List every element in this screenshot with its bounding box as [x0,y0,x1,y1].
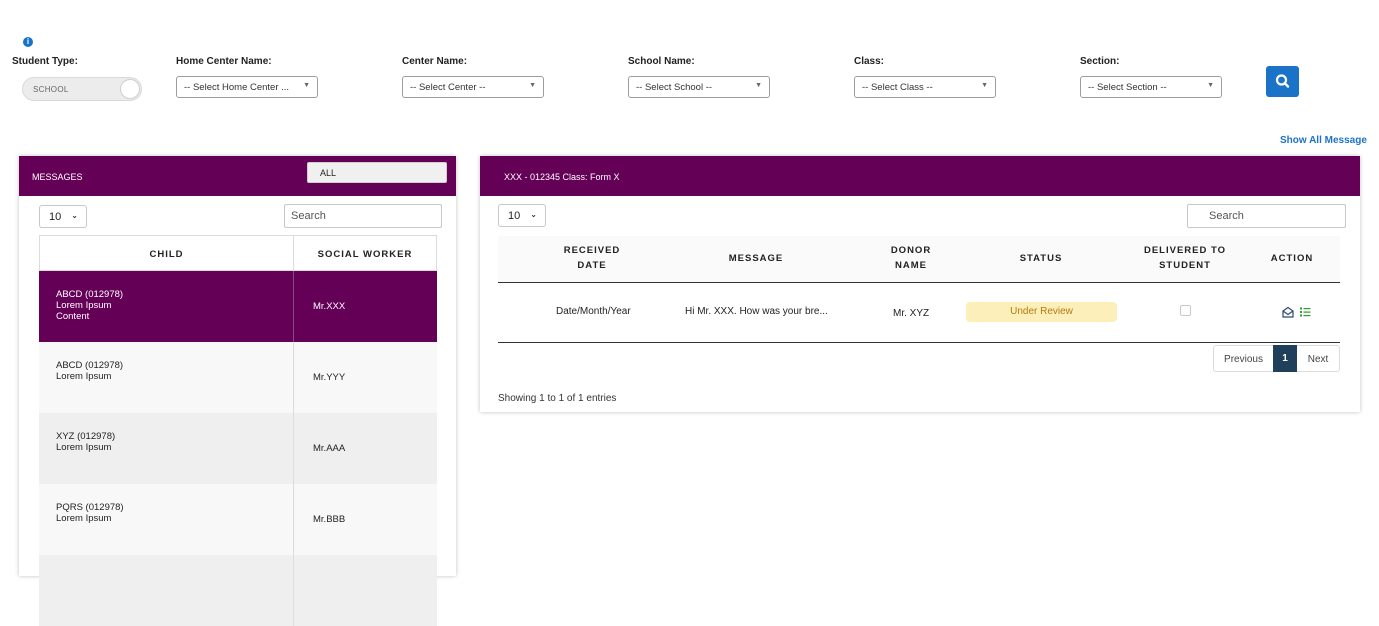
dropdown-arrow-icon: ▼ [303,82,310,89]
toggle-knob[interactable] [120,79,140,99]
table-row[interactable]: ABCD (012978) Lorem Ipsum Content Mr.XXX [39,271,437,342]
table-bottom-divider [498,342,1340,343]
child-cell: XYZ (012978) Lorem Ipsum [39,413,293,484]
school-label: School Name: [628,56,695,67]
search-placeholder: Search [1209,210,1244,222]
child-line: Lorem Ipsum [56,513,112,524]
detail-title: XXX - 012345 Class: Form X [504,172,620,182]
page-length-select[interactable]: 10 ⌄ [498,204,546,227]
received-date-cell: Date/Month/Year [556,306,631,317]
column-header-received-date[interactable]: RECEIVED DATE [542,243,642,273]
class-value: -- Select Class -- [862,82,933,93]
class-label: Class: [854,56,885,67]
column-header-delivered[interactable]: DELIVERED TO STUDENT [1125,243,1245,273]
center-label: Center Name: [402,56,468,67]
child-line: Lorem Ipsum [56,371,112,382]
dropdown-arrow-icon: ▼ [755,82,762,89]
entries-info: Showing 1 to 1 of 1 entries [498,393,617,404]
search-placeholder: Search [291,210,326,222]
section-select[interactable]: -- Select Section -- ▼ [1080,76,1222,98]
page-length-value: 10 [508,210,521,222]
pagination-next[interactable]: Next [1297,345,1340,372]
show-all-message-link[interactable]: Show All Message [1280,135,1367,146]
messages-search-input[interactable]: Search [284,204,442,228]
pagination-previous[interactable]: Previous [1213,345,1273,372]
delivered-checkbox[interactable] [1180,305,1191,316]
social-worker-cell: Mr.YYY [293,342,437,413]
social-worker-cell: Mr.XXX [293,271,437,342]
donor-name-cell: Mr. XYZ [893,308,930,319]
page-length-select[interactable]: 10 ⌄ [39,205,87,228]
section-value: -- Select Section -- [1088,82,1167,93]
column-header-action[interactable]: ACTION [1262,251,1322,266]
envelope-open-icon[interactable] [1282,306,1294,318]
dropdown-arrow-icon: ▼ [1207,82,1214,89]
school-select[interactable]: -- Select School -- ▼ [628,76,770,98]
page-length-value: 10 [49,211,62,223]
messages-panel: MESSAGES ALL 10 ⌄ Search CHILD SOCIAL WO… [19,156,456,626]
column-header-child[interactable]: CHILD [39,235,294,271]
child-cell: PQRS (012978) Lorem Ipsum [39,484,293,555]
child-name: PQRS (012978) [56,502,124,513]
detail-search-input[interactable]: Search [1187,204,1346,228]
header-line: DONOR [890,245,932,256]
chevron-down-icon: ⌄ [71,211,78,220]
messages-header: MESSAGES ALL [19,156,456,196]
messages-title: MESSAGES [32,172,83,182]
home-center-value: -- Select Home Center ... [184,82,290,93]
class-select[interactable]: -- Select Class -- ▼ [854,76,996,98]
social-worker-cell: Mr.BBB [293,484,437,555]
detail-header: XXX - 012345 Class: Form X [480,156,1360,196]
home-center-label: Home Center Name: [176,56,272,67]
list-icon[interactable] [1300,306,1311,318]
toggle-value: SCHOOL [33,85,69,94]
center-select[interactable]: -- Select Center -- ▼ [402,76,544,98]
child-name: ABCD (012978) [56,289,124,300]
table-row[interactable]: PQRS (012978) Lorem Ipsum Mr.BBB [39,484,437,555]
section-label: Section: [1080,56,1120,67]
social-worker-cell: Mr.AAA [293,413,437,484]
child-cell: ABCD (012978) Lorem Ipsum Content [39,271,293,342]
dropdown-arrow-icon: ▼ [981,82,988,89]
center-value: -- Select Center -- [410,82,486,93]
header-divider [498,282,1340,283]
header-line: STUDENT [1159,260,1211,271]
child-line: Content [56,311,90,322]
search-icon [1275,74,1290,88]
column-header-status[interactable]: STATUS [991,251,1091,266]
dropdown-arrow-icon: ▼ [529,82,536,89]
table-row[interactable]: XYZ (012978) Lorem Ipsum Mr.AAA [39,413,437,484]
header-line: RECEIVED [563,245,621,256]
chevron-down-icon: ⌄ [530,210,537,219]
info-icon[interactable]: i [23,37,33,47]
child-name: ABCD (012978) [56,360,124,371]
child-line: Lorem Ipsum [56,442,112,453]
child-cell: ABCD (012978) Lorem Ipsum [39,342,293,413]
column-header-social-worker[interactable]: SOCIAL WORKER [293,235,437,271]
filter-all-button[interactable]: ALL [307,162,447,183]
message-detail-panel: XXX - 012345 Class: Form X 10 ⌄ Search R… [480,156,1360,412]
home-center-select[interactable]: -- Select Home Center ... ▼ [176,76,318,98]
column-header-message[interactable]: MESSAGE [706,251,806,266]
header-line: DATE [577,260,607,271]
pagination-page-1[interactable]: 1 [1273,345,1297,372]
message-cell[interactable]: Hi Mr. XXX. How was your bre... [685,306,828,317]
table-row[interactable]: ABCD (012978) Lorem Ipsum Mr.YYY [39,342,437,413]
school-value: -- Select School -- [636,82,713,93]
header-line: DELIVERED TO [1143,245,1227,256]
status-badge: Under Review [966,302,1117,322]
header-line: NAME [895,260,927,271]
column-header-donor-name[interactable]: DONOR NAME [871,243,951,273]
search-button[interactable] [1266,66,1299,97]
student-type-label: Student Type: [12,56,78,67]
child-line: Lorem Ipsum [56,300,112,311]
child-name: XYZ (012978) [56,431,116,442]
student-type-toggle[interactable]: SCHOOL [22,77,142,101]
